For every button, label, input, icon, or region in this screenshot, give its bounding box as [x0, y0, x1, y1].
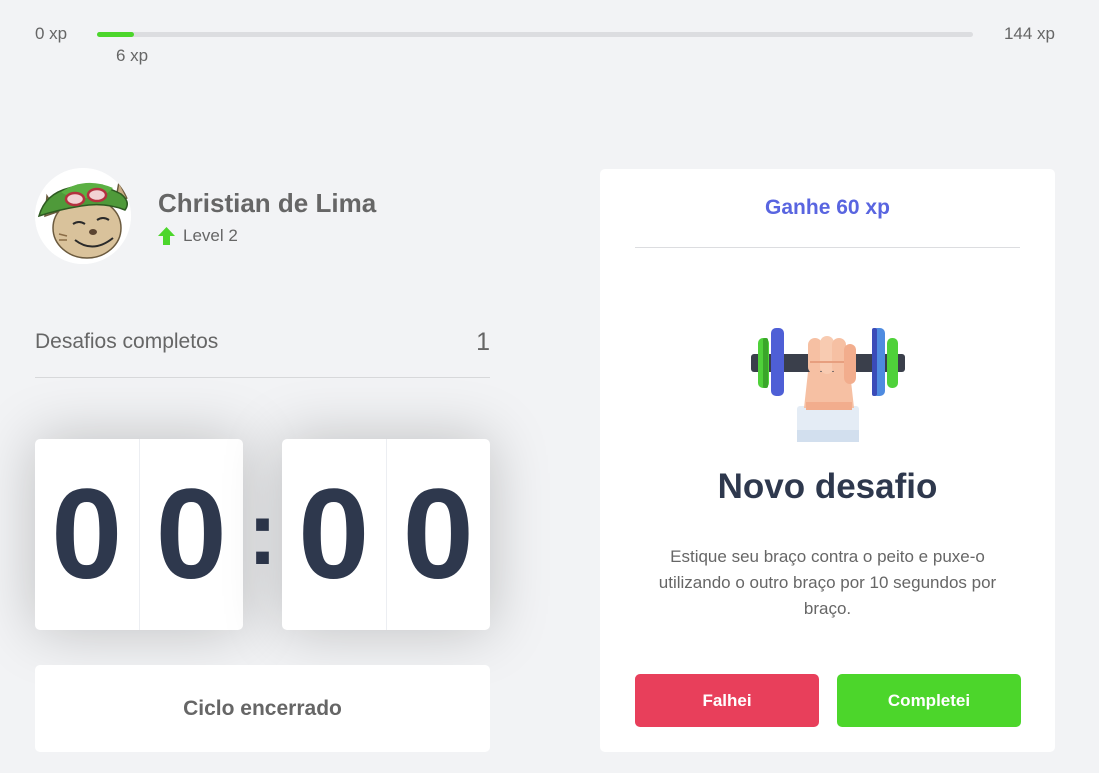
seconds-ones-digit: 0: [385, 439, 491, 630]
experience-bar: 0 xp 6 xp 144 xp: [0, 0, 1099, 80]
countdown-separator: :: [247, 484, 278, 584]
minutes-ones-digit: 0: [138, 439, 244, 630]
level-label: Level 2: [183, 226, 238, 245]
challenge-title: Novo desafio: [717, 467, 938, 506]
challenge-description: Estique seu braço contra o peito e puxe-…: [658, 547, 997, 618]
avatar: [35, 168, 131, 264]
challenge-actions: Falhei Completei: [635, 674, 1021, 727]
challenge-succeeded-button[interactable]: Completei: [837, 674, 1021, 727]
challenge-reward: Ganhe 60 xp: [635, 169, 1020, 248]
xp-progress-track: [97, 32, 973, 37]
xp-min-label: 0 xp: [35, 24, 68, 43]
cycle-ended-button[interactable]: Ciclo encerrado: [35, 665, 490, 752]
completed-challenges-label: Desafios completos: [35, 330, 219, 353]
xp-max-label: 144 xp: [1003, 24, 1055, 43]
xp-current-label: 6 xp: [116, 46, 149, 65]
countdown: 0 0 : 0 0: [35, 439, 490, 630]
countdown-seconds: 0 0: [282, 439, 490, 630]
level-row: Level 2: [158, 226, 238, 246]
profile: Christian de Lima Level 2: [35, 168, 495, 268]
level-up-arrow-icon: [158, 227, 175, 245]
challenge-card: Ganhe 60 xp Novo desafio Estique seu bra…: [600, 169, 1055, 752]
countdown-minutes: 0 0: [35, 439, 243, 630]
profile-name: Christian de Lima: [158, 188, 377, 218]
challenge-failed-button[interactable]: Falhei: [635, 674, 819, 727]
minutes-tens-digit: 0: [51, 462, 123, 606]
completed-challenges-count: 1: [476, 328, 490, 356]
completed-challenges: Desafios completos 1: [35, 322, 490, 378]
seconds-tens-digit: 0: [298, 462, 370, 606]
dumbbell-arm-icon: [748, 314, 908, 442]
xp-progress-fill: [97, 32, 134, 37]
